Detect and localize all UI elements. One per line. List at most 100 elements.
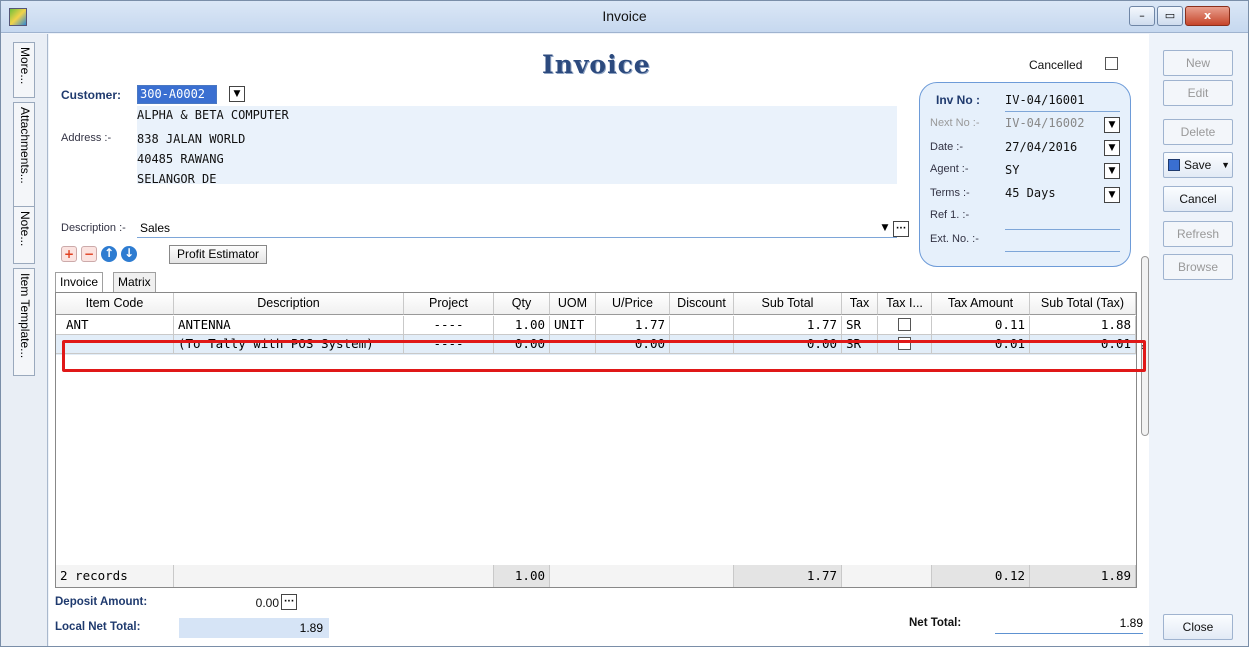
terms-value[interactable]: 45 Days	[1005, 186, 1056, 200]
tab-note[interactable]: Note...	[13, 206, 35, 264]
col-qty[interactable]: Qty	[494, 293, 550, 315]
local-net-total-value: 1.89	[179, 618, 329, 638]
next-no-label: Next No :-	[930, 117, 980, 129]
col-tax[interactable]: Tax	[842, 293, 878, 315]
cancelled-checkbox[interactable]	[1105, 57, 1118, 70]
col-uprice[interactable]: U/Price	[596, 293, 670, 315]
minimize-button[interactable]: –	[1129, 6, 1155, 26]
profit-estimator-button[interactable]: Profit Estimator	[169, 245, 267, 264]
tab-item-template[interactable]: Item Template...	[13, 268, 35, 376]
description-dropdown-icon[interactable]: ▼	[877, 221, 893, 237]
left-side-tabs: More... Attachments... Note... Item Temp…	[1, 34, 48, 646]
cell-project[interactable]: ----	[404, 316, 494, 335]
col-project[interactable]: Project	[404, 293, 494, 315]
save-button[interactable]: Save ▼	[1163, 152, 1233, 178]
footer-blank	[550, 565, 734, 587]
tab-more[interactable]: More...	[13, 42, 35, 98]
customer-label: Customer:	[61, 88, 122, 102]
next-no-value: IV-04/16002	[1005, 116, 1085, 130]
cell-qty[interactable]: 1.00	[494, 316, 550, 335]
footer-sub-total: 1.77	[734, 565, 842, 587]
col-sub-total[interactable]: Sub Total	[734, 293, 842, 315]
next-no-dropdown-icon[interactable]: ▼	[1104, 117, 1120, 133]
window-title: Invoice	[602, 8, 647, 24]
items-grid: Item Code Description Project Qty UOM U/…	[55, 292, 1137, 588]
col-item-code[interactable]: Item Code	[56, 293, 174, 315]
new-button[interactable]: New	[1163, 50, 1233, 76]
close-window-button[interactable]: x	[1185, 6, 1230, 26]
inv-no-value[interactable]: IV-04/16001	[1005, 93, 1084, 107]
save-label: Save	[1184, 158, 1212, 172]
date-dropdown-icon[interactable]: ▼	[1104, 140, 1120, 156]
col-tax-inclusive[interactable]: Tax I...	[878, 293, 932, 315]
inv-no-underline	[1005, 111, 1120, 112]
terms-dropdown-icon[interactable]: ▼	[1104, 187, 1120, 203]
deposit-amount-value[interactable]: 0.00	[179, 596, 279, 610]
cell-sub-total[interactable]: 1.77	[734, 316, 842, 335]
cell-item-code[interactable]: ANT	[56, 316, 174, 335]
agent-value[interactable]: SY	[1005, 163, 1019, 177]
description-field[interactable]: Sales	[137, 220, 897, 238]
col-tax-amount[interactable]: Tax Amount	[932, 293, 1030, 315]
refresh-button[interactable]: Refresh	[1163, 221, 1233, 247]
footer-record-count: 2 records	[56, 565, 174, 587]
cell-tax[interactable]: SR	[842, 316, 878, 335]
delete-row-icon[interactable]: −	[81, 246, 97, 262]
cell-tax-amount[interactable]: 0.11	[932, 316, 1030, 335]
floppy-icon	[1168, 159, 1180, 171]
description-more-icon[interactable]: ···	[893, 221, 909, 237]
footer-blank	[842, 565, 932, 587]
cell-uprice[interactable]: 1.77	[596, 316, 670, 335]
move-up-icon[interactable]: ↑	[101, 246, 117, 262]
tab-invoice[interactable]: Invoice	[55, 272, 104, 292]
agent-dropdown-icon[interactable]: ▼	[1104, 163, 1120, 179]
add-row-icon[interactable]: +	[61, 246, 77, 262]
cancelled-label: Cancelled	[1029, 58, 1083, 72]
move-down-icon[interactable]: ↓	[121, 246, 137, 262]
cell-tax-inclusive[interactable]	[878, 316, 932, 335]
inv-no-label: Inv No :	[936, 93, 980, 107]
col-uom[interactable]: UOM	[550, 293, 596, 315]
ext-no-field[interactable]	[1005, 251, 1120, 252]
deposit-more-icon[interactable]: ···	[281, 594, 297, 610]
ext-no-label: Ext. No. :-	[930, 233, 979, 245]
address-line-1: ALPHA & BETA COMPUTER	[137, 108, 289, 122]
browse-button[interactable]: Browse	[1163, 254, 1233, 280]
invoice-window: Invoice – ▭ x More... Attachments... Not…	[0, 0, 1249, 647]
page-title: Invoice	[542, 50, 651, 79]
cancel-button[interactable]: Cancel	[1163, 186, 1233, 212]
edit-button[interactable]: Edit	[1163, 80, 1233, 106]
net-total-label: Net Total:	[909, 617, 962, 629]
footer-tax-amount: 0.12	[932, 565, 1030, 587]
title-bar: Invoice – ▭ x	[1, 1, 1248, 33]
cell-sub-total-tax[interactable]: 1.88	[1030, 316, 1136, 335]
tab-matrix[interactable]: Matrix	[113, 272, 156, 292]
maximize-button[interactable]: ▭	[1157, 6, 1183, 26]
save-dropdown-icon[interactable]: ▼	[1221, 153, 1230, 177]
tax-inclusive-checkbox[interactable]	[898, 318, 911, 331]
ref1-label: Ref 1. :-	[930, 209, 970, 221]
col-discount[interactable]: Discount	[670, 293, 734, 315]
col-description[interactable]: Description	[174, 293, 404, 315]
address-line-2: 838 JALAN WORLD	[137, 132, 246, 146]
footer-qty: 1.00	[494, 565, 550, 587]
ref1-field[interactable]	[1005, 229, 1120, 230]
date-value[interactable]: 27/04/2016	[1005, 140, 1077, 154]
cell-discount[interactable]	[670, 316, 734, 335]
address-line-3: 40485 RAWANG	[137, 152, 224, 166]
footer-sub-total-tax: 1.89	[1030, 565, 1136, 587]
net-total-value: 1.89	[995, 614, 1143, 634]
terms-label: Terms :-	[930, 187, 970, 199]
date-label: Date :-	[930, 141, 964, 153]
col-sub-total-tax[interactable]: Sub Total (Tax)	[1030, 293, 1136, 315]
delete-button[interactable]: Delete	[1163, 119, 1233, 145]
close-button[interactable]: Close	[1163, 614, 1233, 640]
action-sidebar: New Edit Delete Save ▼ Cancel Refresh Br…	[1151, 34, 1248, 646]
cell-description[interactable]: ANTENNA	[174, 316, 404, 335]
cell-uom[interactable]: UNIT	[550, 316, 596, 335]
customer-code-field[interactable]: 300-A0002	[137, 85, 217, 104]
address-line-4: SELANGOR DE	[137, 172, 217, 186]
footer-blank	[174, 565, 494, 587]
description-label: Description :-	[61, 222, 126, 234]
customer-dropdown-icon[interactable]: ▼	[229, 86, 245, 102]
